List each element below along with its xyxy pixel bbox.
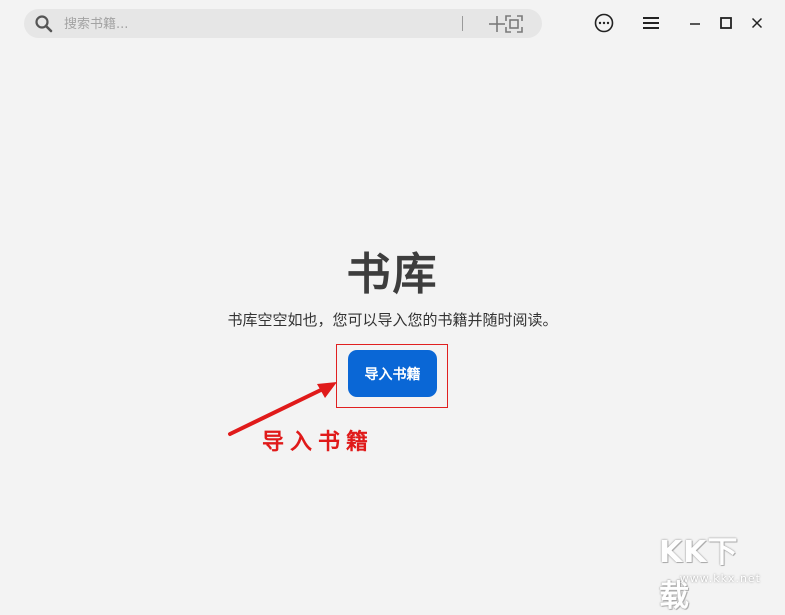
annotation-label: 导入书籍 bbox=[262, 429, 375, 455]
scan-frame-icon[interactable] bbox=[503, 13, 525, 35]
hamburger-menu-icon[interactable] bbox=[640, 12, 662, 34]
search-input[interactable] bbox=[62, 13, 446, 36]
watermark: KK下载 www.kkx.net bbox=[659, 527, 779, 614]
maximize-icon[interactable] bbox=[715, 12, 737, 34]
library-main: 书库 书库空空如也，您可以导入您的书籍并随时阅读。 导入书籍 导入书籍 bbox=[0, 48, 785, 589]
search-bar bbox=[24, 9, 542, 38]
minimize-icon[interactable] bbox=[684, 12, 706, 34]
close-icon[interactable] bbox=[746, 12, 768, 34]
top-bar bbox=[0, 0, 785, 48]
library-empty-message: 书库空空如也，您可以导入您的书籍并随时阅读。 bbox=[227, 311, 558, 329]
library-title: 书库 bbox=[346, 249, 439, 300]
search-divider bbox=[462, 16, 463, 31]
import-books-button[interactable]: 导入书籍 bbox=[348, 350, 437, 397]
watermark-logo: KK下载 bbox=[659, 535, 739, 614]
watermark-url: www.kkx.net bbox=[679, 572, 761, 585]
search-icon bbox=[35, 15, 53, 33]
more-circle-icon[interactable] bbox=[593, 12, 615, 34]
